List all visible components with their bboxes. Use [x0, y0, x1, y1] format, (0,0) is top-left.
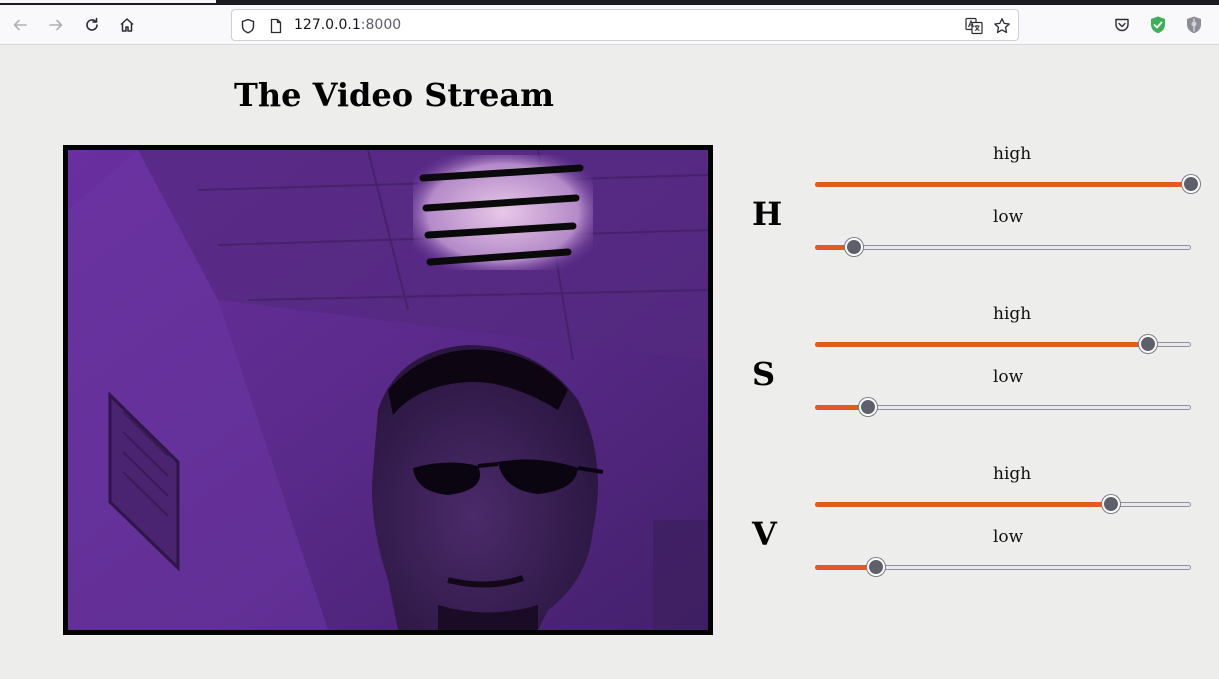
video-stream — [63, 145, 713, 635]
arrow-right-icon — [49, 19, 63, 31]
extension-button-green[interactable] — [1146, 13, 1170, 37]
slider-thumb[interactable] — [1101, 495, 1120, 513]
slider-fill — [815, 182, 1191, 187]
page-icon — [267, 17, 285, 35]
s-low-label: low — [993, 367, 1024, 387]
slider-thumb[interactable] — [859, 398, 878, 416]
s-high-slider[interactable] — [815, 334, 1191, 354]
page-title: The Video Stream — [234, 76, 554, 114]
home-button[interactable] — [113, 11, 141, 39]
slider-thumb[interactable] — [1182, 175, 1200, 193]
pocket-button[interactable] — [1110, 13, 1134, 37]
gray-shield-icon — [1187, 16, 1201, 34]
green-shield-icon — [1151, 16, 1165, 34]
slider-fill — [815, 342, 1148, 347]
arrow-left-icon — [13, 19, 27, 31]
h-high-slider[interactable] — [815, 174, 1200, 194]
channel-label-v: V — [752, 515, 777, 553]
slider-track — [815, 245, 1191, 250]
reload-button[interactable] — [78, 11, 106, 39]
h-low-slider[interactable] — [815, 237, 1191, 257]
s-high-label: high — [993, 304, 1032, 324]
back-button[interactable] — [6, 11, 34, 39]
v-low-slider[interactable] — [815, 557, 1191, 577]
reload-icon — [86, 17, 98, 31]
forward-button[interactable] — [42, 11, 70, 39]
slider-fill — [815, 502, 1111, 507]
h-low-label: low — [993, 207, 1024, 227]
v-high-slider[interactable] — [815, 494, 1191, 514]
url-port: :8000 — [360, 17, 402, 33]
h-high-label: high — [993, 144, 1032, 164]
url-bar[interactable]: 127.0.0.1:8000 — [231, 9, 1019, 41]
channel-label-s: S — [752, 355, 776, 393]
video-frame-image — [68, 150, 708, 630]
browser-toolbar: 127.0.0.1:8000 — [0, 5, 1219, 45]
url-host: 127.0.0.1 — [294, 17, 361, 33]
pocket-icon — [1115, 18, 1129, 32]
slider-thumb[interactable] — [1138, 335, 1157, 353]
slider-thumb[interactable] — [866, 558, 885, 576]
extension-button-gray[interactable] — [1182, 13, 1206, 37]
bookmark-star-icon[interactable] — [993, 17, 1011, 35]
shield-icon[interactable] — [239, 17, 257, 35]
v-low-label: low — [993, 527, 1024, 547]
url-text[interactable]: 127.0.0.1:8000 — [294, 17, 401, 33]
channel-label-h: H — [752, 195, 783, 233]
active-tab[interactable] — [0, 0, 216, 3]
home-icon — [120, 18, 134, 32]
v-high-label: high — [993, 464, 1032, 484]
s-low-slider[interactable] — [815, 397, 1191, 417]
translate-icon[interactable] — [965, 17, 983, 35]
slider-thumb[interactable] — [845, 238, 864, 256]
